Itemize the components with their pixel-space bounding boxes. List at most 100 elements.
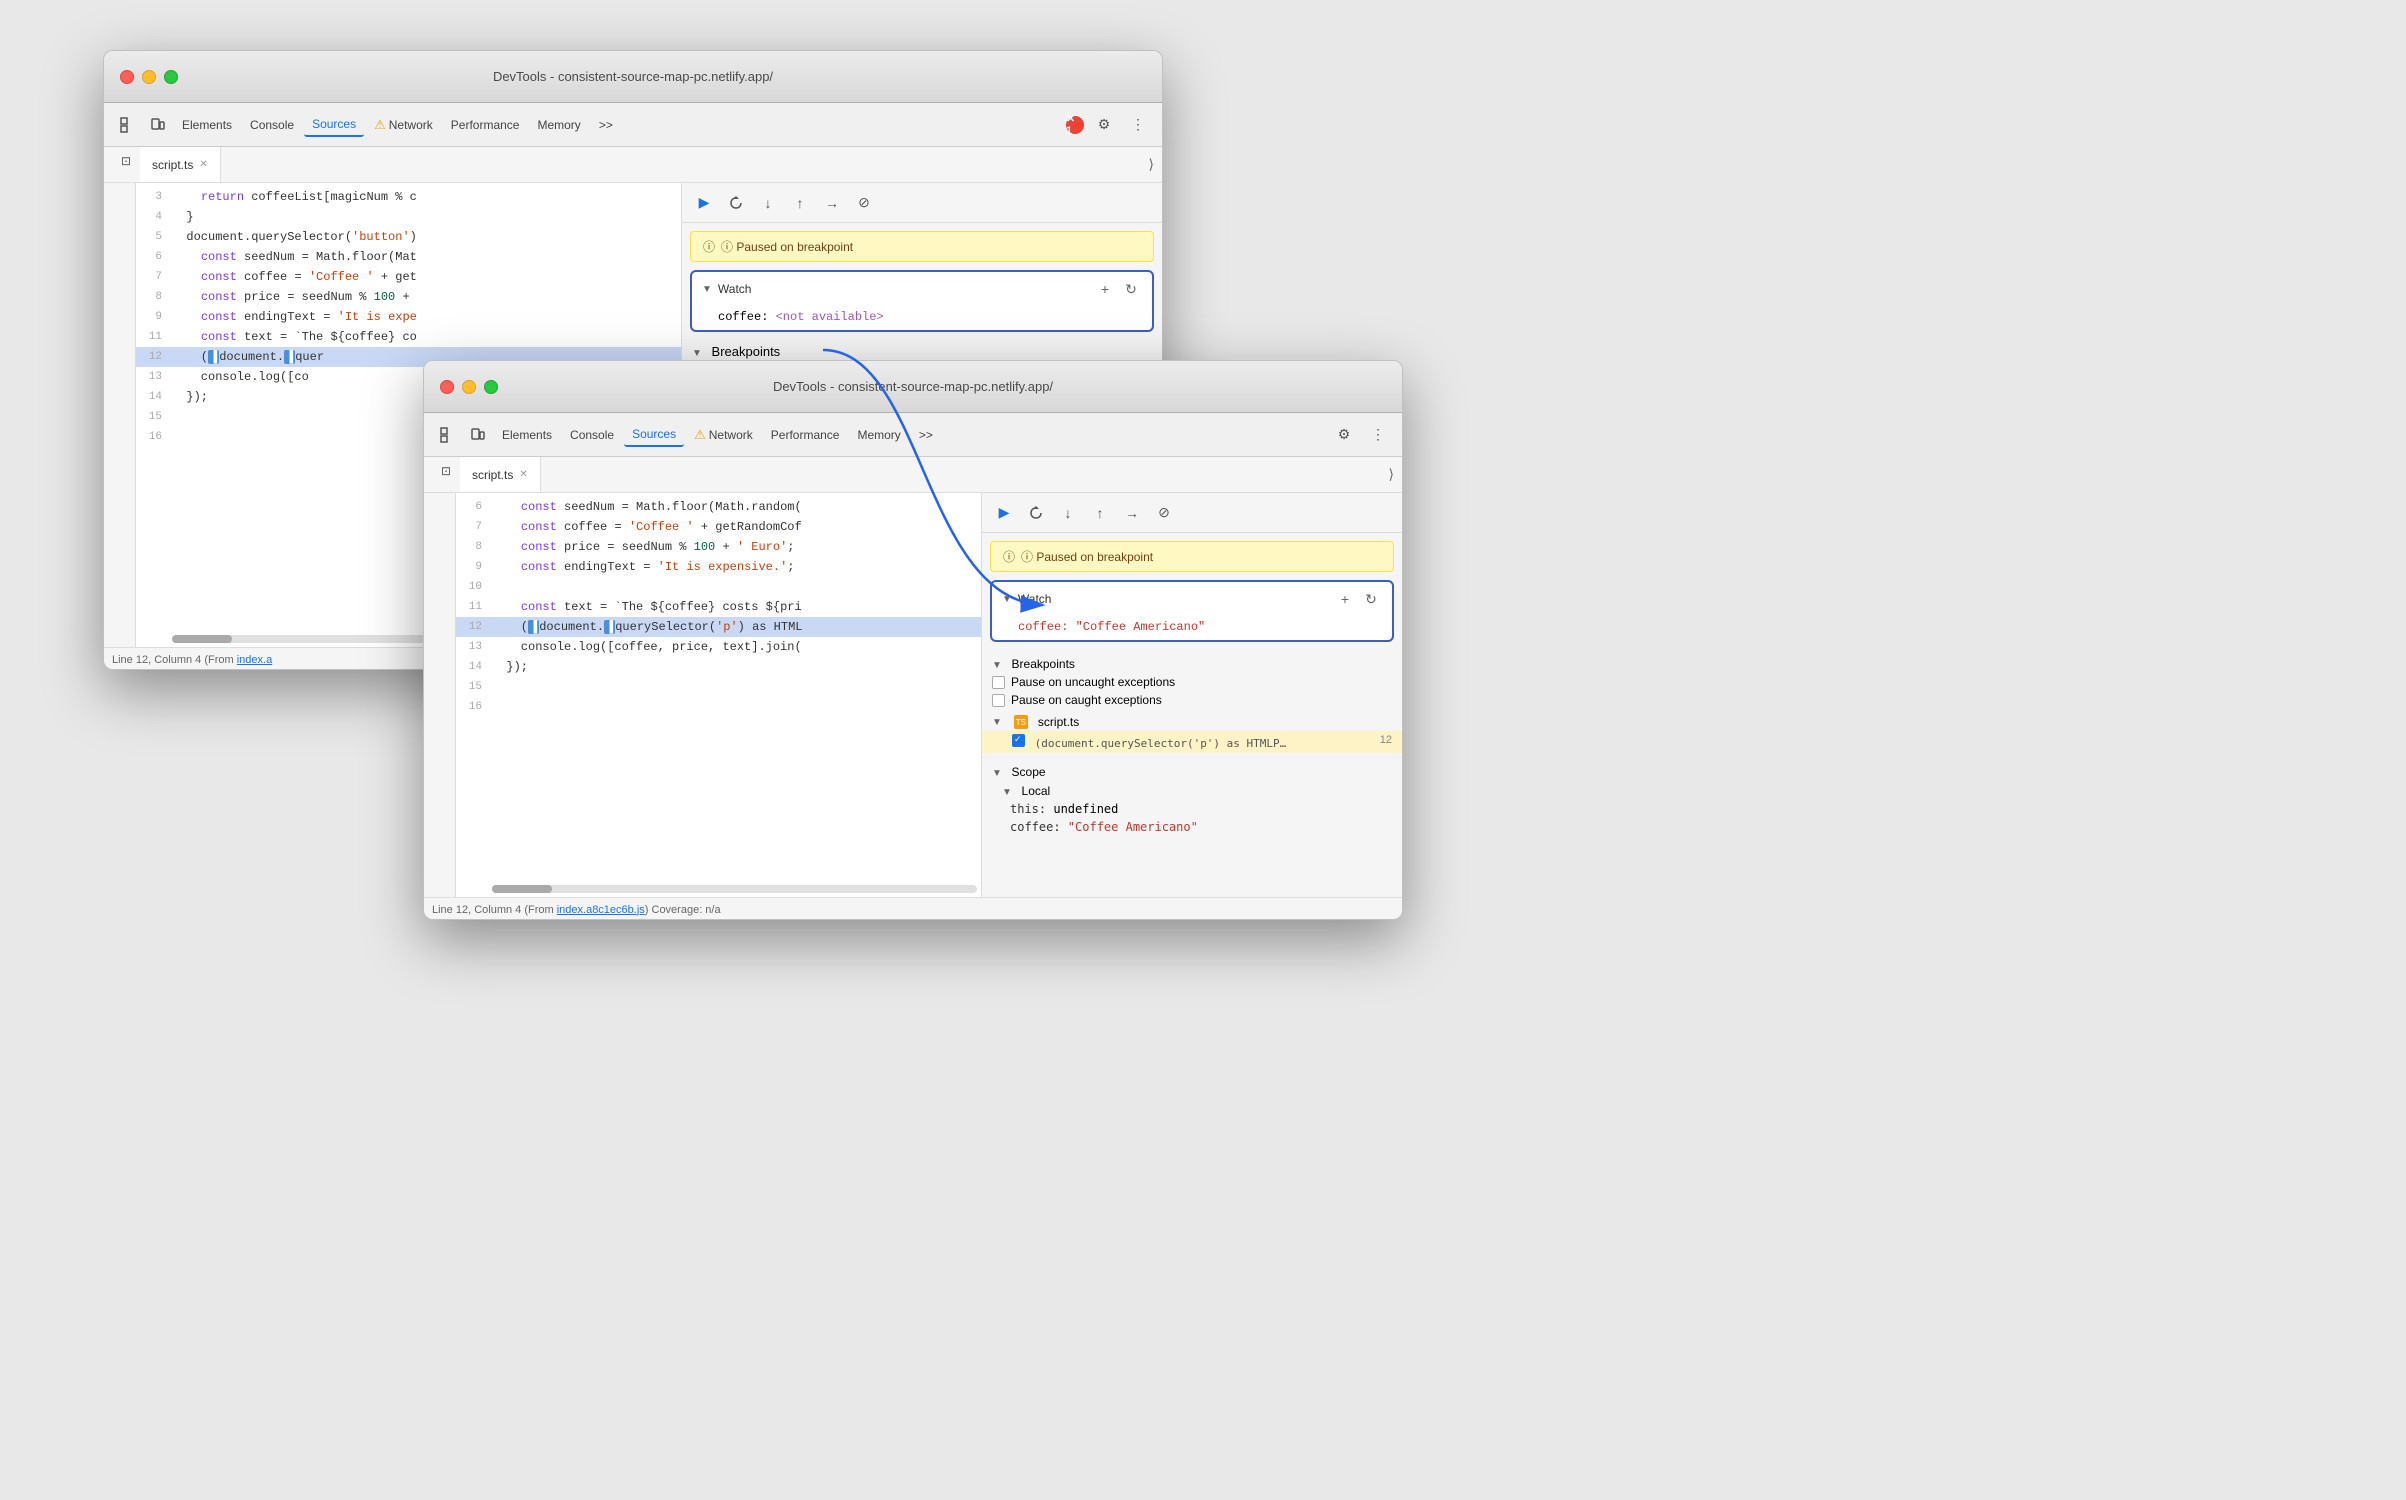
window-title-back: DevTools - consistent-source-map-pc.netl… bbox=[493, 69, 773, 84]
show-navigator-icon-front[interactable]: ⊡ bbox=[432, 457, 460, 485]
front-code-line-9: 9 const endingText = 'It is expensive.'; bbox=[456, 557, 981, 577]
close-button-front[interactable] bbox=[440, 380, 454, 394]
tab-network-back[interactable]: ⚠Network bbox=[366, 113, 441, 137]
code-scrollbar-front[interactable] bbox=[492, 885, 977, 893]
scope-this-key-front: this: bbox=[1010, 802, 1053, 816]
deactivate-btn-back[interactable]: ⊘ bbox=[850, 189, 878, 217]
file-tab-script-back[interactable]: script.ts ✕ bbox=[140, 147, 221, 182]
close-button-back[interactable] bbox=[120, 70, 134, 84]
expand-file-tabs-back[interactable]: ⟩ bbox=[1141, 147, 1162, 182]
tab-performance-back[interactable]: Performance bbox=[443, 114, 528, 136]
error-badge-back: ✕ 1 bbox=[1066, 116, 1084, 134]
more-options-icon-back[interactable]: ⋮ bbox=[1124, 111, 1152, 139]
code-line-7: 7 const coffee = 'Coffee ' + get bbox=[136, 267, 681, 287]
scope-coffee-val-front: "Coffee Americano" bbox=[1068, 820, 1198, 834]
step-out-btn-front[interactable]: ↑ bbox=[1086, 499, 1114, 527]
tab-memory-back[interactable]: Memory bbox=[529, 114, 588, 136]
step-over-btn-front[interactable] bbox=[1022, 499, 1050, 527]
tab-memory-front[interactable]: Memory bbox=[849, 424, 908, 446]
watch-triangle-front: ▼ bbox=[1002, 594, 1012, 605]
tab-elements-front[interactable]: Elements bbox=[494, 424, 560, 446]
watch-triangle-back: ▼ bbox=[702, 284, 712, 295]
traffic-lights-back bbox=[120, 70, 178, 84]
minimize-button-back[interactable] bbox=[142, 70, 156, 84]
local-triangle-front: ▼ bbox=[1002, 787, 1012, 798]
pause-caught-front: Pause on caught exceptions bbox=[982, 691, 1402, 709]
bp-checkbox-front[interactable] bbox=[1012, 734, 1025, 747]
settings-icon-front[interactable]: ⚙ bbox=[1330, 421, 1358, 449]
resume-btn-back[interactable]: ▶ bbox=[690, 189, 718, 217]
close-file-tab-back[interactable]: ✕ bbox=[199, 159, 207, 170]
tab-console-front[interactable]: Console bbox=[562, 424, 622, 446]
status-bar-front: Line 12, Column 4 (From index.a8c1ec6b.j… bbox=[424, 897, 1402, 920]
code-line-9: 9 const endingText = 'It is expe bbox=[136, 307, 681, 327]
left-strip-back bbox=[104, 183, 136, 647]
watch-refresh-btn-back[interactable]: ↻ bbox=[1120, 278, 1142, 300]
front-code-line-14: 14 }); bbox=[456, 657, 981, 677]
watch-refresh-btn-front[interactable]: ↻ bbox=[1360, 588, 1382, 610]
deactivate-btn-front[interactable]: ⊘ bbox=[1150, 499, 1178, 527]
close-file-tab-front[interactable]: ✕ bbox=[519, 469, 527, 480]
step-out-btn-back[interactable]: ↑ bbox=[786, 189, 814, 217]
scrollbar-thumb-back[interactable] bbox=[172, 635, 232, 643]
step-btn-front[interactable]: → bbox=[1118, 499, 1146, 527]
more-tabs-btn-back[interactable]: >> bbox=[591, 114, 621, 136]
show-navigator-icon-back[interactable]: ⊡ bbox=[112, 147, 140, 175]
watch-entry-back: coffee: <not available> bbox=[692, 306, 1152, 330]
step-btn-back[interactable]: → bbox=[818, 189, 846, 217]
scope-this-front: this: undefined bbox=[982, 800, 1402, 818]
devtools-toolbar-front: Elements Console Sources ⚠Network Perfor… bbox=[424, 413, 1402, 457]
tab-elements-back[interactable]: Elements bbox=[174, 114, 240, 136]
title-bar-back: DevTools - consistent-source-map-pc.netl… bbox=[104, 51, 1162, 103]
file-tab-script-front[interactable]: script.ts ✕ bbox=[460, 457, 541, 492]
file-tab-label-back: script.ts bbox=[152, 158, 193, 172]
local-header-front[interactable]: ▼ Local bbox=[982, 781, 1402, 800]
breakpoints-title-back: Breakpoints bbox=[712, 344, 781, 359]
network-warning-icon-back: ⚠ bbox=[374, 117, 386, 133]
tab-sources-front[interactable]: Sources bbox=[624, 423, 684, 447]
status-link-back[interactable]: index.a bbox=[237, 654, 272, 666]
watch-header-front[interactable]: ▼ Watch + ↻ bbox=[992, 582, 1392, 616]
device-toolbar-icon-front[interactable] bbox=[464, 421, 492, 449]
scope-coffee-front: coffee: "Coffee Americano" bbox=[982, 818, 1402, 836]
pause-caught-checkbox-front[interactable] bbox=[992, 694, 1005, 707]
watch-header-back[interactable]: ▼ Watch + ↻ bbox=[692, 272, 1152, 306]
scrollbar-thumb-front[interactable] bbox=[492, 885, 552, 893]
pause-uncaught-checkbox-front[interactable] bbox=[992, 676, 1005, 689]
resume-btn-front[interactable]: ▶ bbox=[990, 499, 1018, 527]
step-into-btn-back[interactable]: ↓ bbox=[754, 189, 782, 217]
tab-sources-back[interactable]: Sources bbox=[304, 113, 364, 137]
device-toolbar-icon[interactable] bbox=[144, 111, 172, 139]
watch-add-btn-front[interactable]: + bbox=[1334, 588, 1356, 610]
more-options-icon-front[interactable]: ⋮ bbox=[1364, 421, 1392, 449]
minimize-button-front[interactable] bbox=[462, 380, 476, 394]
front-code-line-10: 10 bbox=[456, 577, 981, 597]
watch-section-front: ▼ Watch + ↻ coffee: "Coffee Americano" bbox=[990, 580, 1394, 642]
file-tab-bar-front: ⊡ script.ts ✕ ⟩ bbox=[424, 457, 1402, 493]
inspect-element-icon[interactable] bbox=[114, 111, 142, 139]
more-tabs-btn-front[interactable]: >> bbox=[911, 424, 941, 446]
code-line-5: 5 document.querySelector('button') bbox=[136, 227, 681, 247]
code-line-4: 4 } bbox=[136, 207, 681, 227]
scope-header-front[interactable]: ▼ Scope bbox=[982, 757, 1402, 781]
expand-file-tabs-front[interactable]: ⟩ bbox=[1381, 457, 1402, 492]
file-tab-label-front: script.ts bbox=[472, 468, 513, 482]
settings-icon-back[interactable]: ⚙ bbox=[1090, 111, 1118, 139]
watch-actions-back: + ↻ bbox=[1094, 278, 1142, 300]
tab-network-front[interactable]: ⚠Network bbox=[686, 423, 761, 447]
maximize-button-back[interactable] bbox=[164, 70, 178, 84]
tab-console-back[interactable]: Console bbox=[242, 114, 302, 136]
bp-line-num-front: 12 bbox=[1380, 734, 1392, 746]
breakpoints-triangle-back: ▼ bbox=[692, 348, 702, 359]
maximize-button-front[interactable] bbox=[484, 380, 498, 394]
status-link-front[interactable]: index.a8c1ec6b.js bbox=[557, 904, 645, 916]
script-ts-header-front[interactable]: ▼ TS script.ts bbox=[982, 713, 1402, 731]
breakpoints-header-front[interactable]: ▼ Breakpoints bbox=[982, 650, 1402, 673]
step-over-btn-back[interactable] bbox=[722, 189, 750, 217]
step-into-btn-front[interactable]: ↓ bbox=[1054, 499, 1082, 527]
front-code-line-8: 8 const price = seedNum % 100 + ' Euro'; bbox=[456, 537, 981, 557]
devtools-toolbar-back: Elements Console Sources ⚠Network Perfor… bbox=[104, 103, 1162, 147]
watch-add-btn-back[interactable]: + bbox=[1094, 278, 1116, 300]
inspect-element-icon-front[interactable] bbox=[434, 421, 462, 449]
tab-performance-front[interactable]: Performance bbox=[763, 424, 848, 446]
